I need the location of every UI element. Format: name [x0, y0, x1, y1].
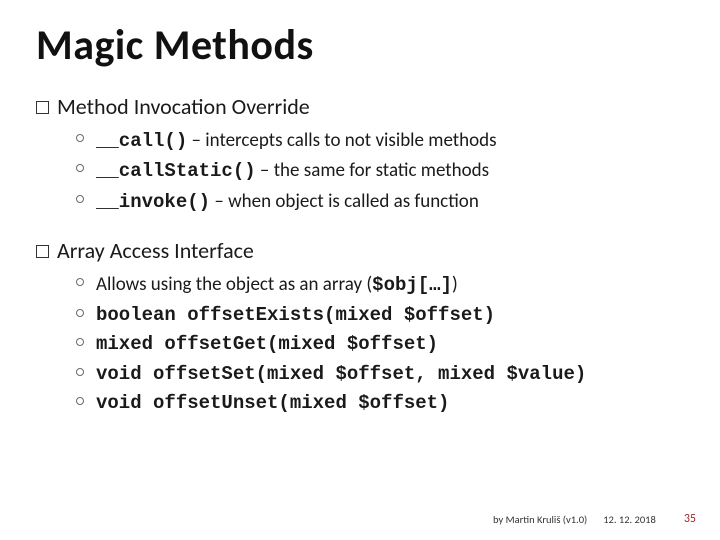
code: __invoke() — [96, 191, 210, 213]
slide: Magic Methods Method Invocation Override… — [0, 0, 720, 540]
footer-date: 12. 12. 2018 — [603, 513, 656, 526]
page-number: 35 — [684, 512, 696, 526]
sublist-method-invocation: __call() – intercepts calls to not visib… — [76, 126, 684, 217]
list-item: mixed offsetGet(mixed $offset) — [76, 330, 684, 359]
bullet-icon — [76, 164, 84, 172]
list-item: __invoke() – when object is called as fu… — [76, 187, 684, 217]
footer: by Martin Kruliš (v1.0) 12. 12. 2018 35 — [493, 512, 696, 526]
slide-title: Magic Methods — [36, 20, 684, 71]
section-label-post: Access Interface — [105, 237, 254, 264]
sublist-array-access: Allows using the object as an array ($ob… — [76, 270, 684, 418]
bullet-icon — [76, 278, 84, 286]
section-label-pre: Method — [57, 93, 129, 120]
code-line: mixed offsetGet(mixed $offset) — [96, 330, 438, 359]
bullet-icon — [76, 309, 84, 317]
bullet-icon — [76, 397, 84, 405]
list-item: __call() – intercepts calls to not visib… — [76, 126, 684, 156]
text-post: ) — [452, 273, 458, 296]
list-item: void offsetUnset(mixed $offset) — [76, 389, 684, 418]
bullet-icon — [76, 195, 84, 203]
desc: – when object is called as function — [210, 190, 479, 213]
code-line: void offsetSet(mixed $offset, mixed $val… — [96, 360, 586, 389]
bullet-icon — [76, 338, 84, 346]
desc: – the same for static methods — [256, 159, 489, 182]
code: __callStatic() — [96, 160, 256, 182]
code: $obj[…] — [372, 274, 452, 296]
code: __call() — [96, 130, 187, 152]
checkbox-icon — [36, 245, 49, 258]
section-label-pre: Array — [57, 237, 105, 264]
desc: – intercepts calls to not visible method… — [187, 129, 496, 152]
bullet-icon — [76, 134, 84, 142]
list-item: Allows using the object as an array ($ob… — [76, 270, 684, 300]
code-line: void offsetUnset(mixed $offset) — [96, 389, 449, 418]
code-line: boolean offsetExists(mixed $offset) — [96, 301, 495, 330]
text-pre: Allows using the object as an array ( — [96, 273, 372, 296]
section-heading-array-access: Array Access Interface — [36, 237, 684, 264]
section-label-post: Invocation Override — [129, 93, 310, 120]
section-heading-method-invocation: Method Invocation Override — [36, 93, 684, 120]
list-item: void offsetSet(mixed $offset, mixed $val… — [76, 360, 684, 389]
list-item: boolean offsetExists(mixed $offset) — [76, 301, 684, 330]
bullet-icon — [76, 368, 84, 376]
checkbox-icon — [36, 101, 49, 114]
list-item: __callStatic() – the same for static met… — [76, 156, 684, 186]
footer-author: by Martin Kruliš (v1.0) — [493, 513, 587, 526]
